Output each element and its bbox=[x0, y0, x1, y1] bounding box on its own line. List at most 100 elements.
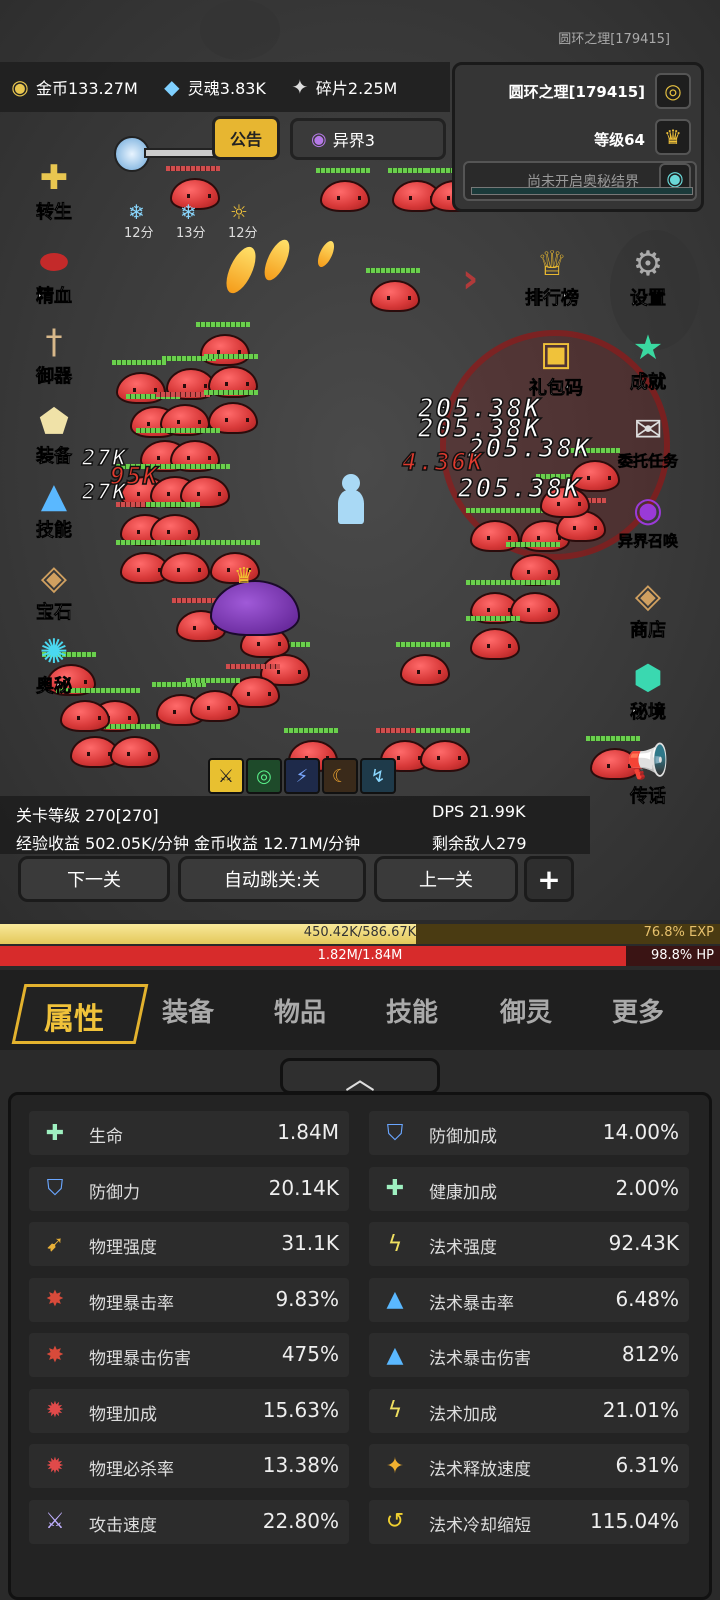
menu-blood[interactable]: ⬬ 精血 bbox=[14, 236, 94, 308]
menu-rebirth[interactable]: ✚ 转生 bbox=[14, 152, 94, 224]
health-bonus-icon: ✚ bbox=[385, 1176, 405, 1201]
tab-items[interactable]: 物品 bbox=[274, 992, 326, 1029]
stat-value: 92.43K bbox=[608, 1231, 679, 1255]
stat-value: 115.04% bbox=[590, 1508, 679, 1533]
battle-field[interactable]: ♛ 205.38K 205.38K 205.38K 205.38K 4.36K … bbox=[0, 0, 720, 920]
stat-row[interactable]: ✚ 生命 1.84M bbox=[29, 1111, 349, 1155]
slime-enemy bbox=[370, 280, 420, 312]
menu-weapon-control[interactable]: † 御器 bbox=[14, 316, 94, 388]
cast-speed-icon: ✦ bbox=[385, 1453, 405, 1479]
enemy-hp-bar bbox=[204, 390, 258, 395]
resource-soul[interactable]: ◆ 灵魂3.83K bbox=[158, 73, 266, 101]
physical-crit-damage-icon: ✸ bbox=[45, 1342, 65, 1368]
fire-projectile bbox=[259, 236, 295, 284]
enemy-hp-bar bbox=[284, 728, 338, 733]
stat-row[interactable]: ▲ 法术暴击伤害 812% bbox=[369, 1333, 689, 1377]
treasure-chest-icon: ▣ bbox=[539, 334, 573, 374]
menu-broadcast[interactable]: 📢 传话 bbox=[608, 736, 688, 808]
hp-percent: 98.8% HP bbox=[650, 948, 714, 963]
secret-realm-panel[interactable]: 尚未开启奥秘结界 ◉ bbox=[463, 161, 697, 201]
menu-shop[interactable]: ◈ 商店 bbox=[608, 570, 688, 642]
stat-row[interactable]: ✹ 物理必杀率 13.38% bbox=[29, 1444, 349, 1488]
auto-skip-button[interactable]: 自动跳关:关 bbox=[178, 856, 366, 902]
stat-row[interactable]: ✹ 物理加成 15.63% bbox=[29, 1388, 349, 1433]
stat-row[interactable]: ⛉ 防御加成 14.00% bbox=[369, 1111, 689, 1155]
tab-skills[interactable]: 技能 bbox=[386, 992, 438, 1029]
stat-value: 20.14K bbox=[268, 1175, 339, 1200]
stat-row[interactable]: ✦ 法术释放速度 6.31% bbox=[369, 1444, 689, 1488]
chevron-right-icon[interactable]: › bbox=[462, 256, 478, 302]
prev-stage-button[interactable]: 上一关 bbox=[374, 856, 518, 902]
shield-icon: ⛉ bbox=[46, 1176, 64, 1201]
stat-row[interactable]: ϟ 法术强度 92.43K bbox=[369, 1222, 689, 1266]
stat-name: 物理必杀率 bbox=[89, 1460, 174, 1480]
notice-button[interactable]: 公告 bbox=[212, 116, 280, 160]
spell-crit-icon: ▲ bbox=[386, 1287, 404, 1312]
stat-value: 812% bbox=[621, 1342, 679, 1366]
stat-name: 生命 bbox=[89, 1127, 123, 1147]
enemy-hp-bar bbox=[466, 508, 520, 513]
menu-gift-code[interactable]: ▣ 礼包码 bbox=[516, 328, 596, 400]
tab-more[interactable]: 更多 bbox=[612, 992, 664, 1029]
menu-skills[interactable]: ▲ 技能 bbox=[14, 470, 94, 542]
stat-row[interactable]: ✸ 物理暴击伤害 475% bbox=[29, 1333, 349, 1377]
tab-attributes-label: 属性 bbox=[44, 1002, 104, 1037]
resource-label: 金币133.27M bbox=[36, 79, 138, 98]
resource-fragment[interactable]: ✦ 碎片2.25M bbox=[286, 73, 398, 101]
menu-gems[interactable]: ◈ 宝石 bbox=[14, 552, 94, 624]
weapon-emblem-icon[interactable] bbox=[110, 122, 220, 184]
boss-enemy[interactable]: ♛ bbox=[210, 564, 300, 636]
stat-row[interactable]: ϟ 法术加成 21.01% bbox=[369, 1388, 689, 1433]
stat-row[interactable]: ✚ 健康加成 2.00% bbox=[369, 1166, 689, 1211]
server-title: 圆环之理[179415] bbox=[558, 32, 670, 47]
collapse-button[interactable]: ︿ bbox=[280, 1058, 440, 1097]
stat-value: 2.00% bbox=[615, 1175, 679, 1200]
claw-buff-icon[interactable]: ⚡ bbox=[284, 758, 320, 794]
sword-icon: † bbox=[45, 322, 63, 362]
enemy-hp-bar bbox=[506, 542, 560, 547]
avatar[interactable]: ◎ bbox=[655, 73, 691, 109]
menu-achievements[interactable]: ★ 成就 bbox=[608, 322, 688, 394]
buff-bar: ⚔ ◎ ⚡ ☾ ↯ bbox=[208, 758, 396, 794]
scythe-buff-icon[interactable]: ☾ bbox=[322, 758, 358, 794]
menu-otherworld-summon[interactable]: ◉ 异界召唤 bbox=[608, 484, 688, 551]
scroll-icon: ✉ bbox=[633, 410, 663, 450]
stat-row[interactable]: ✸ 物理暴击率 9.83% bbox=[29, 1277, 349, 1322]
lightning-buff-icon[interactable]: ↯ bbox=[360, 758, 396, 794]
fragment-icon: ✦ bbox=[291, 75, 309, 99]
stat-row[interactable]: ▲ 法术暴击率 6.48% bbox=[369, 1277, 689, 1322]
gem-bag-icon: ◈ bbox=[40, 558, 68, 598]
stat-value: 6.31% bbox=[615, 1453, 679, 1477]
crown-icon: ♛ bbox=[664, 125, 682, 149]
stat-row[interactable]: ➹ 物理强度 31.1K bbox=[29, 1222, 349, 1266]
exp-percent: 76.8% EXP bbox=[643, 925, 714, 940]
exp-value: 450.42K/586.67K bbox=[303, 925, 417, 940]
menu-secret-realm[interactable]: ⬢ 秘境 bbox=[608, 652, 688, 724]
stat-row[interactable]: ↺ 法术冷却缩短 115.04% bbox=[369, 1499, 689, 1544]
menu-equipment[interactable]: ⬟ 装备 bbox=[14, 396, 94, 468]
exp-bar: 450.42K/586.67K 76.8% EXP bbox=[0, 924, 720, 944]
resource-gold[interactable]: ◉ 金币133.27M bbox=[6, 73, 138, 101]
target-buff-icon[interactable]: ◎ bbox=[246, 758, 282, 794]
spell-power-icon: ϟ bbox=[387, 1231, 403, 1257]
stat-value: 22.80% bbox=[262, 1508, 339, 1533]
stat-name: 法术冷却缩短 bbox=[429, 1515, 531, 1536]
enemy-hp-bar bbox=[196, 322, 250, 327]
menu-arcana[interactable]: ✺ 奥秘 bbox=[14, 626, 94, 698]
timer-icon: ❄ bbox=[128, 200, 145, 224]
tab-equipment[interactable]: 装备 bbox=[162, 992, 214, 1029]
plus-button[interactable]: + bbox=[524, 856, 574, 902]
sword-buff-icon[interactable]: ⚔ bbox=[208, 758, 244, 794]
stat-row[interactable]: ⚔ 攻击速度 22.80% bbox=[29, 1499, 349, 1544]
crown-button[interactable]: ♛ bbox=[655, 119, 691, 155]
resource-label: 碎片2.25M bbox=[315, 79, 398, 98]
stat-value: 14.00% bbox=[602, 1120, 679, 1144]
menu-leaderboard[interactable]: ♕ 排行榜 bbox=[512, 238, 592, 310]
tab-spirits[interactable]: 御灵 bbox=[500, 992, 552, 1029]
menu-settings[interactable]: ⚙ 设置 bbox=[608, 238, 688, 310]
next-stage-button[interactable]: 下一关 bbox=[18, 856, 170, 902]
stat-row[interactable]: ⛉ 防御力 20.14K bbox=[29, 1166, 349, 1211]
realm-tab[interactable]: ◉ 异界3 bbox=[290, 118, 446, 160]
menu-commissions[interactable]: ✉ 委托任务 bbox=[608, 404, 688, 471]
stat-value: 1.84M bbox=[277, 1120, 339, 1144]
